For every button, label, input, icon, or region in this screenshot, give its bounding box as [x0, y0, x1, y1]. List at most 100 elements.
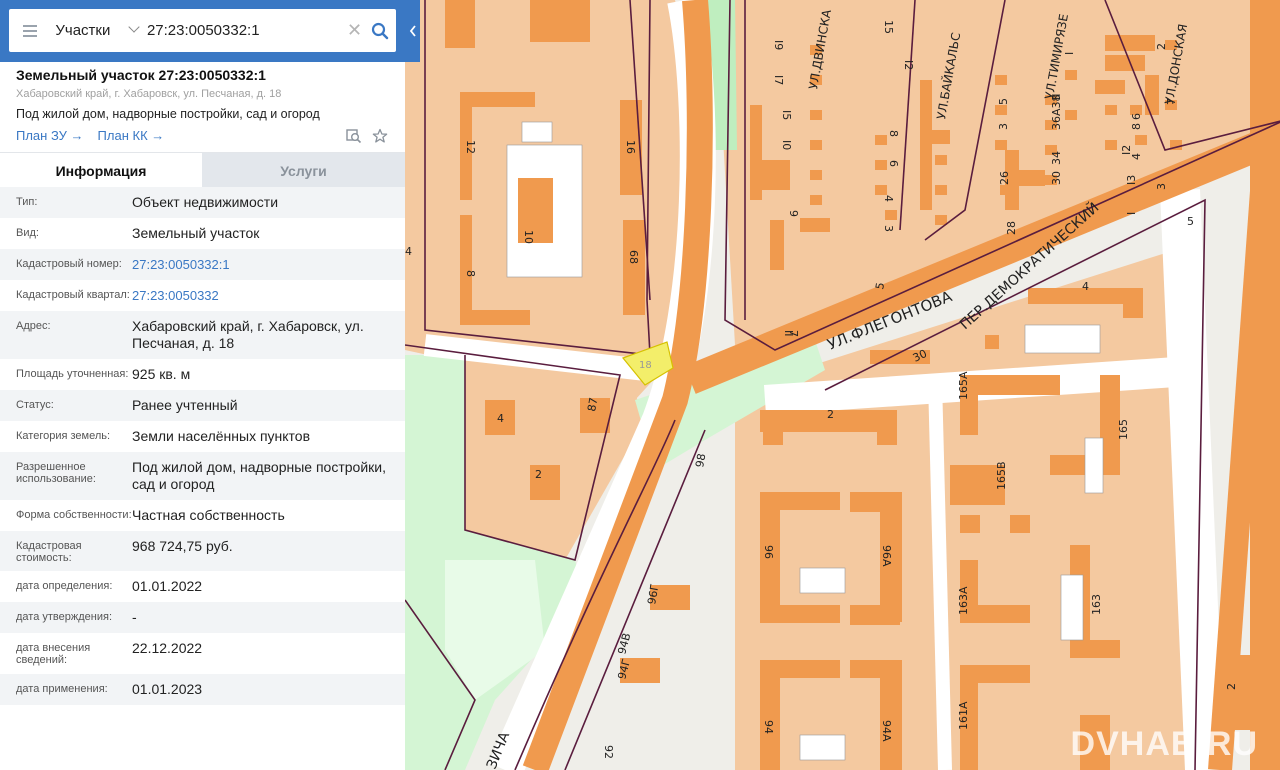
attribute-value: - [132, 609, 137, 625]
house [995, 75, 1007, 85]
info-panel: Участки ✕ Земельный участок 27:23:005033… [0, 0, 405, 770]
zoom-to-object-icon[interactable] [346, 128, 362, 144]
attribute-label: Адрес: [16, 320, 51, 332]
attribute-row: дата утверждения: - [0, 602, 405, 633]
attribute-label: Форма собственности: [16, 509, 132, 521]
building [460, 92, 535, 107]
tab-services[interactable]: Услуги [202, 153, 405, 188]
category-select[interactable]: Участки [51, 9, 144, 52]
house-number: 4 [405, 245, 412, 258]
house-number: 165А [957, 371, 970, 400]
building [1230, 655, 1280, 730]
attribute-row: Статус: Ранее учтенный [0, 390, 405, 421]
house-number: 163А [957, 586, 970, 615]
house-number: I [1125, 212, 1138, 215]
house [1065, 110, 1077, 120]
house [995, 140, 1007, 150]
clear-icon[interactable]: ✕ [346, 9, 363, 52]
house [1135, 135, 1147, 145]
building [1123, 288, 1143, 318]
building [760, 660, 840, 678]
house-number: 8 [1130, 123, 1143, 130]
arrow-right-icon: → [151, 128, 165, 143]
attribute-label: Площадь уточненная: [16, 368, 129, 380]
courtyard [1084, 437, 1104, 494]
attribute-value: Частная собственность [132, 507, 285, 523]
building [850, 605, 900, 625]
house-number: 9 [787, 210, 800, 217]
parcel-address: Хабаровский край, г. Хабаровск, ул. Песч… [16, 88, 282, 100]
house-number: 8 [464, 270, 477, 277]
house [1105, 105, 1117, 115]
attribute-row: Форма собственности: Частная собственност… [0, 500, 405, 531]
cadastral-map[interactable]: УЛ.ФЛЕГОНТОВА ПЕР.ДЕМОКРАТИЧЕСКИЙ УЛ.ДВИНС… [405, 0, 1280, 770]
building [960, 605, 1030, 623]
attribute-value-link[interactable]: 27:23:0050332 [132, 287, 405, 304]
search-input[interactable] [143, 9, 346, 52]
house [1105, 140, 1117, 150]
attribute-label: Категория земель: [16, 430, 111, 442]
tab-bar: Информация Услуги [0, 152, 405, 188]
building [760, 492, 840, 510]
building [920, 130, 950, 144]
parcel-title: Земельный участок 27:23:0050332:1 [16, 67, 266, 83]
street [928, 379, 952, 770]
plan-kk-link-label: План КК [97, 128, 148, 143]
house-number: 165В [995, 461, 1008, 490]
house-number: 163 [1090, 594, 1103, 615]
building [763, 410, 783, 445]
attribute-row: Кадастровый квартал: 27:23:0050332 [0, 280, 405, 311]
house-number: 8 [887, 130, 900, 137]
house-number: 96А [880, 545, 893, 567]
attribute-row: Тип: Объект недвижимости [0, 187, 405, 218]
house-number: 2 [1155, 43, 1168, 50]
building [770, 220, 784, 270]
menu-icon[interactable] [9, 9, 51, 52]
house-number: 5 [1187, 215, 1194, 228]
attributes-table: Тип: Объект недвижимости Вид: Земельный уча… [0, 187, 405, 705]
attribute-value: Земельный участок [132, 225, 260, 241]
building [1070, 640, 1120, 658]
building [750, 160, 790, 190]
building [445, 0, 475, 48]
house [1175, 175, 1187, 185]
star-icon[interactable] [372, 128, 388, 144]
search-button[interactable] [363, 9, 396, 52]
building [1028, 288, 1123, 304]
house-number: 2 [1225, 683, 1238, 690]
plan-kk-link[interactable]: План КК → [98, 128, 165, 143]
chevron-down-icon [128, 21, 140, 33]
courtyard [799, 734, 846, 761]
collapse-panel-button[interactable] [405, 0, 420, 62]
map-canvas[interactable]: УЛ.ФЛЕГОНТОВА ПЕР.ДЕМОКРАТИЧЕСКИЙУЛ.ДВИНС… [405, 0, 1280, 770]
selected-parcel-label: 18 [639, 360, 652, 371]
chevron-left-icon [409, 25, 416, 37]
building [1250, 0, 1280, 770]
attribute-label: Кадастровый квартал: [16, 289, 130, 301]
house-number: 6 [1130, 113, 1143, 120]
attribute-row: дата определения: 01.01.2022 [0, 571, 405, 602]
house-number: I3 [1125, 175, 1138, 185]
category-select-value: Участки [55, 22, 111, 39]
house-number: 98 [693, 452, 708, 468]
house-number: 15 [882, 20, 895, 34]
house-number: 5 [997, 98, 1010, 105]
tab-info[interactable]: Информация [0, 153, 202, 188]
plan-zu-link-label: План ЗУ [16, 128, 67, 143]
building [960, 665, 1030, 683]
attribute-value-link[interactable]: 27:23:0050332:1 [132, 256, 405, 273]
attribute-row: Категория земель: Земли населённых пункто… [0, 421, 405, 452]
attribute-label: Тип: [16, 196, 38, 208]
building [850, 660, 900, 678]
plan-zu-link[interactable]: План ЗУ → [16, 128, 84, 143]
house-number: 16 [624, 140, 637, 154]
watermark-logo: DVHAB.RU [1070, 725, 1258, 763]
house-number: 94А [880, 720, 893, 742]
house [875, 135, 887, 145]
attribute-value: Под жилой дом, надворные постройки, сад … [132, 459, 386, 492]
building [800, 218, 830, 232]
plan-links: План ЗУ → План КК → [16, 128, 164, 143]
attribute-label: Кадастровая стоимость: [16, 540, 82, 564]
house-number: 2 [827, 408, 834, 421]
house-number: 94 [762, 720, 775, 734]
